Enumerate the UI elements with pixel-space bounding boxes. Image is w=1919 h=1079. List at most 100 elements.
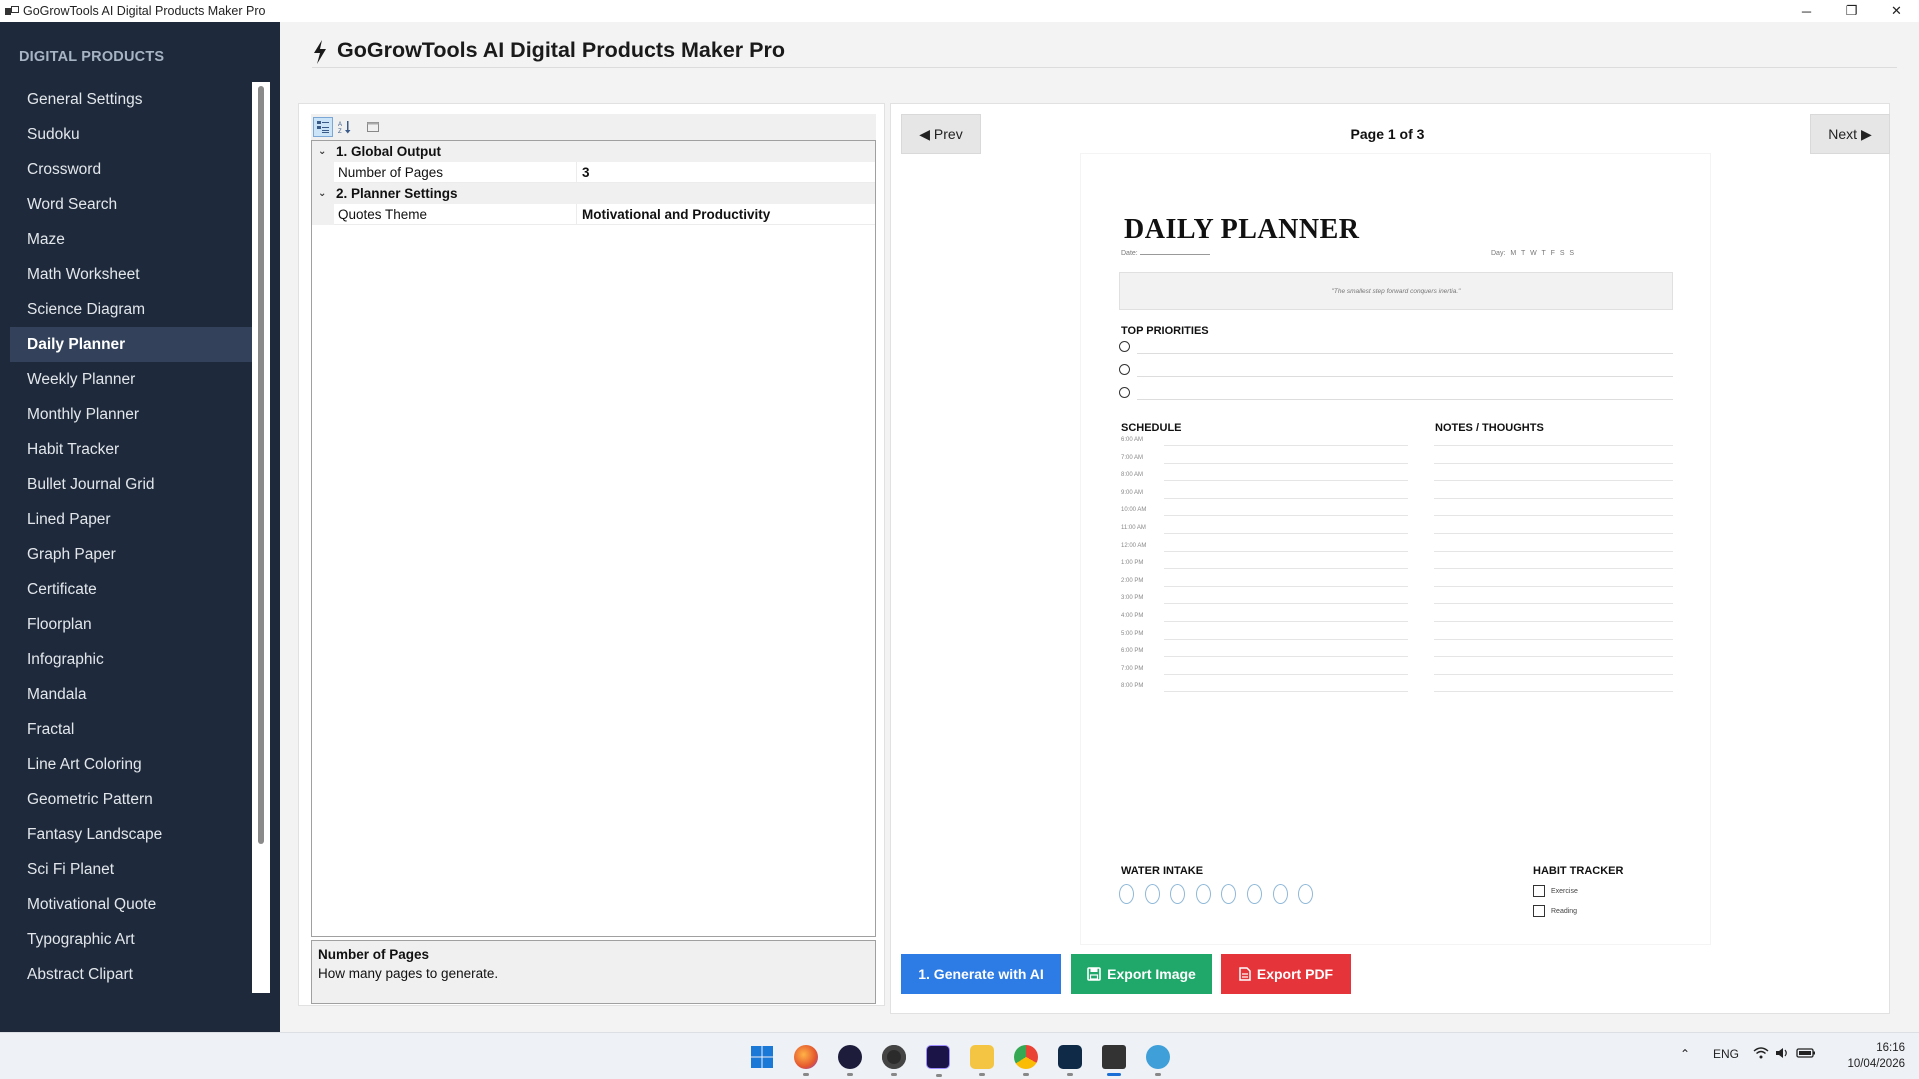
language-indicator[interactable]: ENG — [1713, 1047, 1739, 1061]
notes-line — [1434, 462, 1673, 464]
sidebar-item-crossword[interactable]: Crossword — [10, 152, 252, 187]
sidebar-item-mandala[interactable]: Mandala — [10, 677, 252, 712]
windows-start-icon[interactable] — [750, 1045, 774, 1069]
prev-button[interactable]: ◀ Prev — [901, 114, 981, 154]
property-description: Number of Pages How many pages to genera… — [311, 940, 876, 1004]
schedule-time: 7:00 AM — [1121, 454, 1144, 461]
sidebar-item-floorplan[interactable]: Floorplan — [10, 607, 252, 642]
chevron-up-icon[interactable]: ⌃ — [1680, 1047, 1690, 1061]
sidebar-item-typographic-art[interactable]: Typographic Art — [10, 922, 252, 957]
close-button[interactable]: ✕ — [1874, 0, 1919, 22]
water-drop-icon — [1247, 884, 1262, 904]
notes-line — [1434, 550, 1673, 552]
volume-icon[interactable] — [1775, 1047, 1789, 1062]
active-app-icon[interactable] — [1102, 1045, 1126, 1076]
sidebar-item-monthly-planner[interactable]: Monthly Planner — [10, 397, 252, 432]
planner-date-field: Date: — [1121, 250, 1210, 257]
habit-label: Exercise — [1551, 887, 1578, 895]
date-label: Date: — [1121, 250, 1138, 257]
taskbar: ⌃ ENG 16:16 10/04/2026 — [0, 1032, 1919, 1079]
sidebar-item-daily-planner[interactable]: Daily Planner — [10, 327, 252, 362]
schedule-time: 9:00 AM — [1121, 489, 1144, 496]
description-text: How many pages to generate. — [318, 966, 499, 981]
notes-line — [1434, 480, 1673, 482]
chevron-down-icon[interactable]: ⌄ — [318, 141, 330, 162]
premiere-icon[interactable] — [926, 1045, 950, 1077]
sidebar-item-sci-fi-planet[interactable]: Sci Fi Planet — [10, 852, 252, 887]
clock-date: 10/04/2026 — [1847, 1058, 1905, 1070]
sidebar-item-weekly-planner[interactable]: Weekly Planner — [10, 362, 252, 397]
property-category[interactable]: ⌄ 1. Global Output — [312, 141, 875, 162]
sidebar-item-word-search[interactable]: Word Search — [10, 187, 252, 222]
sidebar-item-sudoku[interactable]: Sudoku — [10, 117, 252, 152]
firefox-icon[interactable] — [794, 1045, 818, 1076]
bolt-icon — [314, 40, 326, 64]
sidebar-item-line-art-coloring[interactable]: Line Art Coloring — [10, 747, 252, 782]
property-grid: ⌄ 1. Global Output Number of Pages 3 ⌄ 2. Pla… — [311, 140, 876, 937]
property-value[interactable]: Motivational and Productivity — [582, 204, 770, 225]
schedule-row: 5:00 PM — [1121, 631, 1411, 641]
wifi-icon[interactable] — [1753, 1047, 1769, 1062]
alphabetical-sort-icon[interactable]: AZ — [335, 117, 355, 137]
sidebar-heading: DIGITAL PRODUCTS — [19, 49, 165, 65]
sidebar-item-fantasy-landscape[interactable]: Fantasy Landscape — [10, 817, 252, 852]
sidebar-item-infographic[interactable]: Infographic — [10, 642, 252, 677]
notes-line — [1434, 603, 1673, 605]
system-clock[interactable]: 16:16 10/04/2026 — [1847, 1040, 1905, 1072]
obs-icon[interactable] — [882, 1045, 906, 1076]
chevron-down-icon[interactable]: ⌄ — [318, 183, 330, 204]
media-app-icon[interactable] — [838, 1045, 862, 1076]
checkbox-icon — [1533, 905, 1545, 917]
property-panel: AZ ⌄ 1. Global Output Number of Pages 3 ⌄ 2. … — [298, 103, 885, 1006]
water-drop-icon — [1170, 884, 1186, 904]
schedule-row: 8:00 AM — [1121, 472, 1411, 482]
priority-item — [1119, 364, 1673, 378]
sidebar-scrollbar[interactable] — [252, 82, 270, 993]
property-row[interactable]: Number of Pages 3 — [312, 162, 875, 183]
schedule-row: 8:00 PM — [1121, 683, 1411, 693]
minimize-button[interactable]: ─ — [1784, 0, 1829, 22]
header: GoGrowTools AI Digital Products Maker Pr… — [280, 22, 1919, 104]
sidebar-item-lined-paper[interactable]: Lined Paper — [10, 502, 252, 537]
schedule-row: 7:00 AM — [1121, 455, 1411, 465]
property-category[interactable]: ⌄ 2. Planner Settings — [312, 183, 875, 204]
property-row[interactable]: Quotes Theme Motivational and Productivit… — [312, 204, 875, 225]
schedule-row: 11:00 AM — [1121, 525, 1411, 535]
export-image-button[interactable]: Export Image — [1071, 954, 1212, 994]
sidebar-item-geometric-pattern[interactable]: Geometric Pattern — [10, 782, 252, 817]
code-editor-icon[interactable] — [1058, 1045, 1082, 1076]
generate-ai-button[interactable]: 1. Generate with AI — [901, 954, 1061, 994]
maximize-button[interactable]: ❐ — [1829, 0, 1874, 22]
file-explorer-icon[interactable] — [970, 1045, 994, 1076]
property-value[interactable]: 3 — [582, 162, 590, 183]
sidebar-item-science-diagram[interactable]: Science Diagram — [10, 292, 252, 327]
notes-line — [1434, 656, 1673, 658]
sidebar-item-bullet-journal-grid[interactable]: Bullet Journal Grid — [10, 467, 252, 502]
chrome-icon[interactable] — [1014, 1045, 1038, 1076]
water-drop-icon — [1221, 884, 1237, 904]
property-pages-icon[interactable] — [363, 117, 383, 137]
sidebar-list: General Settings Sudoku Crossword Word Sear… — [10, 82, 252, 992]
app-icon-extra[interactable] — [1146, 1045, 1170, 1076]
next-button[interactable]: Next ▶ — [1810, 114, 1890, 154]
checkbox-icon — [1533, 885, 1545, 897]
schedule-time: 1:00 PM — [1121, 560, 1144, 567]
sidebar: DIGITAL PRODUCTS General Settings Sudoku C… — [0, 22, 280, 1032]
sidebar-item-maze[interactable]: Maze — [10, 222, 252, 257]
sidebar-item-fractal[interactable]: Fractal — [10, 712, 252, 747]
sidebar-scroll-thumb[interactable] — [258, 86, 264, 844]
sidebar-item-habit-tracker[interactable]: Habit Tracker — [10, 432, 252, 467]
sidebar-item-certificate[interactable]: Certificate — [10, 572, 252, 607]
sidebar-item-math-worksheet[interactable]: Math Worksheet — [10, 257, 252, 292]
categorized-view-icon[interactable] — [313, 117, 333, 137]
sidebar-item-graph-paper[interactable]: Graph Paper — [10, 537, 252, 572]
schedule-row: 3:00 PM — [1121, 595, 1411, 605]
export-pdf-button[interactable]: Export PDF — [1221, 954, 1351, 994]
water-drop-icon — [1195, 884, 1211, 904]
battery-icon[interactable] — [1796, 1047, 1816, 1062]
sidebar-item-abstract-clipart[interactable]: Abstract Clipart — [10, 957, 252, 992]
planner-page: DAILY PLANNER Date: Day: M T W T F S S "… — [1081, 154, 1710, 944]
sidebar-item-general-settings[interactable]: General Settings — [10, 82, 252, 117]
sidebar-item-motivational-quote[interactable]: Motivational Quote — [10, 887, 252, 922]
preview-panel: ◀ Prev Page 1 of 3 Next ▶ DAILY PLANNER … — [890, 103, 1890, 1014]
